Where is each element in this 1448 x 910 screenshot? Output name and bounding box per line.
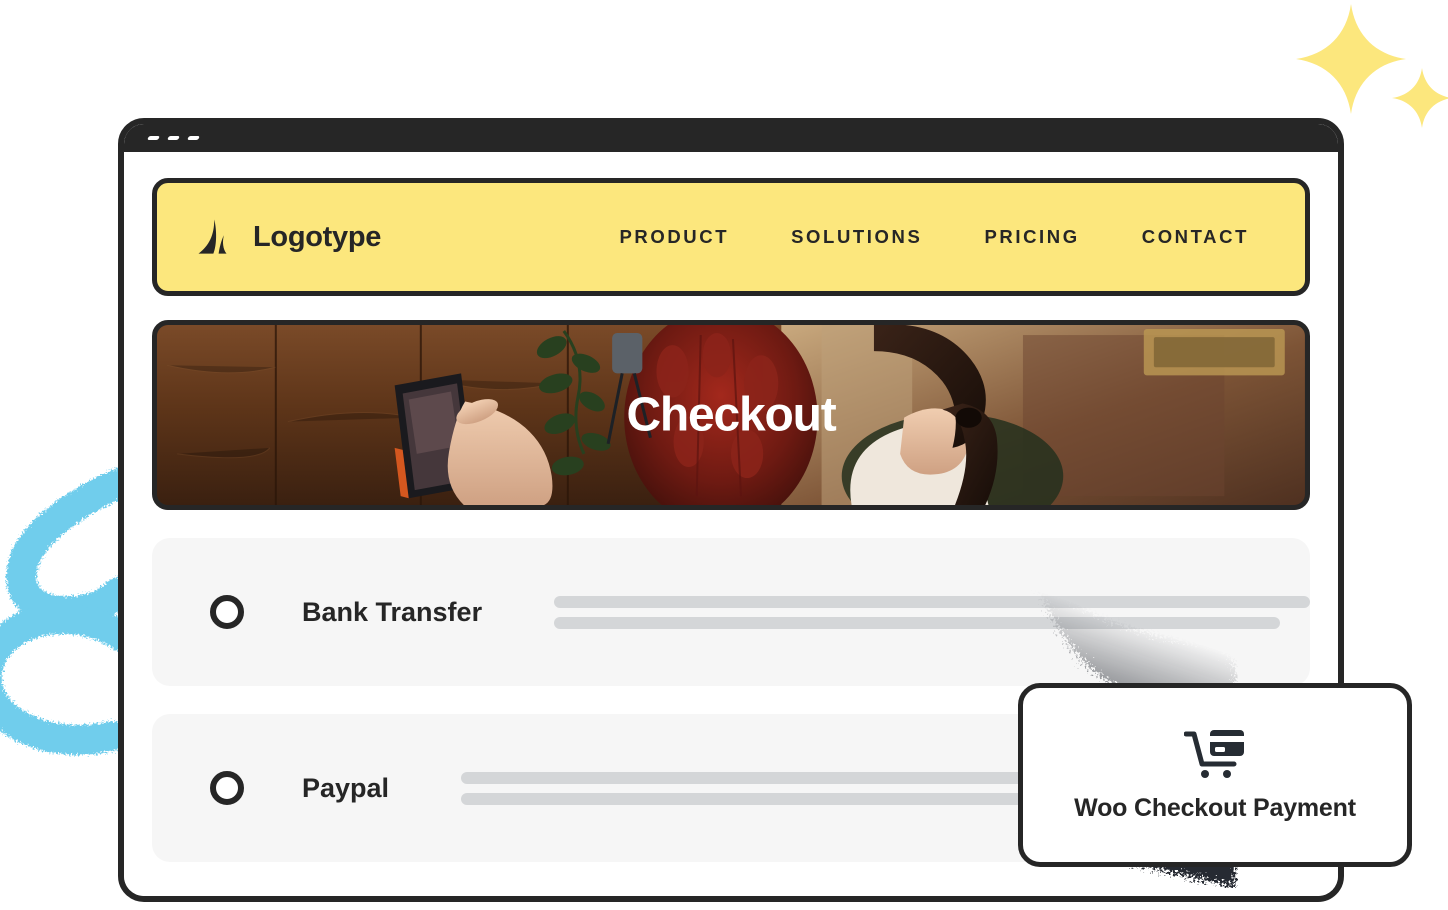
hero-title: Checkout <box>626 388 836 442</box>
site-navbar: Logotype PRODUCT SOLUTIONS PRICING CONTA… <box>152 178 1310 296</box>
placeholder-bar <box>554 595 1310 608</box>
payment-option-label: Paypal <box>302 772 390 803</box>
sparkle-icon <box>1296 4 1406 114</box>
nav-links: PRODUCT SOLUTIONS PRICING CONTACT <box>619 226 1267 248</box>
nav-link-product[interactable]: PRODUCT <box>619 226 729 248</box>
shopping-cart-card-icon <box>1184 729 1244 778</box>
nav-link-solutions[interactable]: SOLUTIONS <box>791 226 922 248</box>
woo-checkout-payment-label: Woo Checkout Payment <box>1074 793 1356 822</box>
logo-mark-a-icon <box>198 219 227 254</box>
payment-option-label: Bank Transfer <box>302 596 483 627</box>
placeholder-bar <box>554 616 1280 629</box>
payment-option-bank-transfer[interactable]: Bank Transfer <box>152 538 1310 686</box>
window-title-bar <box>124 124 1338 152</box>
brand[interactable]: Logotype <box>195 216 381 258</box>
brand-name: Logotype <box>253 220 382 253</box>
placeholder-bar <box>461 792 1064 805</box>
radio-unchecked-icon[interactable] <box>210 771 244 805</box>
window-dash-icon <box>147 136 160 140</box>
placeholder-bars <box>554 595 1310 629</box>
hero-banner: Checkout <box>152 320 1310 510</box>
window-dash-icon <box>187 136 200 140</box>
nav-link-contact[interactable]: CONTACT <box>1142 226 1249 248</box>
woo-checkout-payment-card[interactable]: Woo Checkout Payment <box>1018 683 1412 867</box>
nav-link-pricing[interactable]: PRICING <box>984 226 1079 248</box>
radio-unchecked-icon[interactable] <box>210 595 244 629</box>
sparkle-icon <box>1392 68 1448 128</box>
window-dash-icon <box>167 136 180 140</box>
